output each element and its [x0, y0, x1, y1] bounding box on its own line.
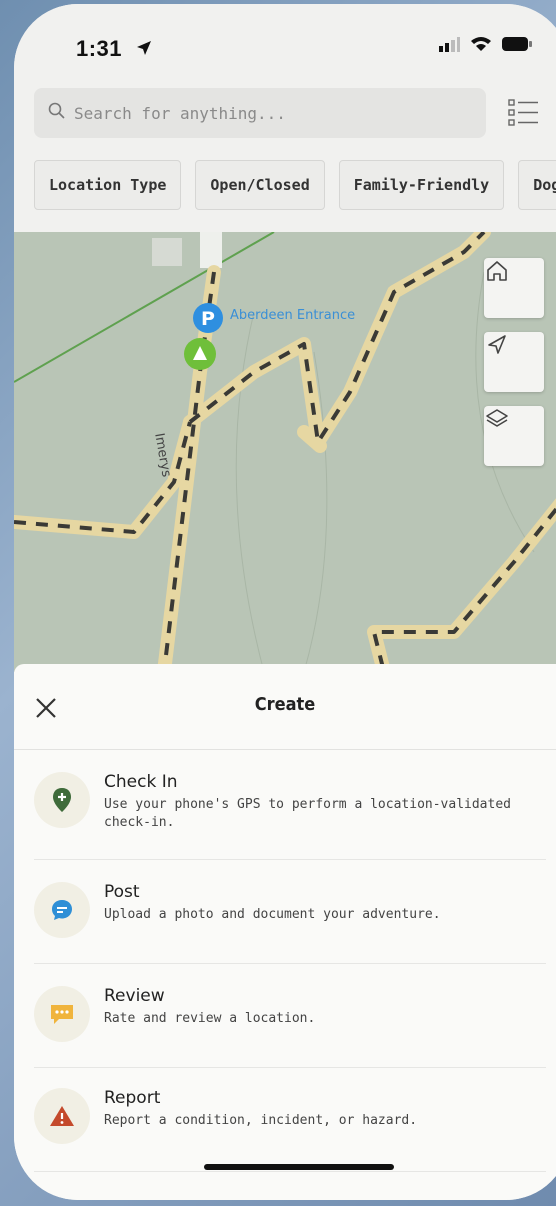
- home-indicator: [204, 1164, 394, 1170]
- search-bar[interactable]: [34, 88, 486, 138]
- phone-screen: 1:31 Search for anything... Location Typ…: [14, 4, 556, 1200]
- signal-icon: [438, 36, 460, 56]
- layers-button[interactable]: [484, 406, 544, 466]
- report-title: Report: [104, 1088, 161, 1108]
- poi-label[interactable]: Aberdeen Entrance: [230, 308, 355, 323]
- map-canvas: P: [14, 232, 556, 672]
- filter-open-closed[interactable]: Open/Closed: [195, 160, 325, 210]
- wifi-icon: [470, 36, 492, 56]
- sheet-header: Create: [14, 664, 556, 750]
- filter-location-type[interactable]: Location Type: [34, 160, 182, 210]
- clock-text: 1:31: [76, 36, 123, 61]
- check-in-item[interactable]: Check In Use your phone's GPS to perform…: [34, 764, 546, 860]
- battery-icon: [502, 36, 532, 56]
- review-bubble-icon: [34, 986, 90, 1042]
- filter-dog[interactable]: Dog: [518, 160, 556, 210]
- home-button[interactable]: [484, 258, 544, 318]
- sheet-title: Create: [254, 694, 316, 715]
- search-icon: [48, 102, 66, 124]
- post-title: Post: [104, 882, 140, 902]
- review-desc: Rate and review a location.: [104, 1011, 316, 1026]
- status-icons: [438, 36, 532, 56]
- filter-chips: Location Type Open/Closed Family-Friendl…: [34, 160, 556, 210]
- top-bar: 1:31 Search for anything... Location Typ…: [14, 4, 556, 232]
- review-title: Review: [104, 986, 165, 1006]
- review-item[interactable]: Review Rate and review a location.: [34, 978, 546, 1068]
- report-desc: Report a condition, incident, or hazard.: [104, 1113, 418, 1128]
- status-time: 1:31: [76, 36, 153, 63]
- warning-triangle-icon: [34, 1088, 90, 1144]
- post-desc: Upload a photo and document your adventu…: [104, 907, 441, 922]
- create-sheet: Create Check In Use your phone's GPS to …: [14, 664, 556, 1200]
- chat-bubble-icon: [34, 882, 90, 938]
- list-view-icon[interactable]: [506, 96, 540, 130]
- map-view[interactable]: P Aberdeen Entrance Imerys: [14, 232, 556, 672]
- post-item[interactable]: Post Upload a photo and document your ad…: [34, 874, 546, 964]
- filter-family-friendly[interactable]: Family-Friendly: [338, 160, 505, 210]
- report-item[interactable]: Report Report a condition, incident, or …: [34, 1080, 546, 1172]
- map-pin-plus-icon: [34, 772, 90, 828]
- parking-marker-letter: P: [201, 308, 215, 330]
- check-in-desc: Use your phone's GPS to perform a locati…: [104, 797, 511, 830]
- location-arrow-icon: [135, 37, 153, 63]
- search-input[interactable]: [74, 103, 454, 123]
- locate-button[interactable]: [484, 332, 544, 392]
- check-in-title: Check In: [104, 772, 178, 792]
